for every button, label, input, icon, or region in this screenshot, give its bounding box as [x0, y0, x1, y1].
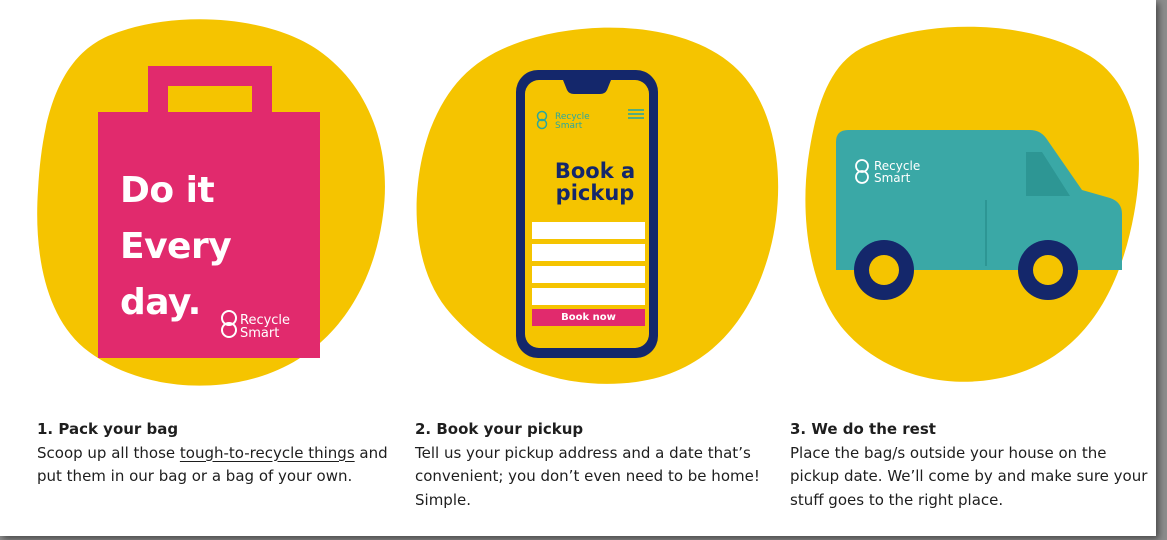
headline-line: pickup: [555, 181, 635, 205]
van-illustration: [805, 26, 1139, 382]
pickup-form-field[interactable]: [532, 244, 645, 261]
book-now-button[interactable]: Book now: [532, 309, 645, 326]
logo-line: Smart: [240, 326, 280, 341]
van-logo-text: Recycle Smart: [874, 160, 920, 184]
bag-slogan-line: Every: [120, 226, 232, 267]
how-it-works-panel: Do it Every day. Recycle Smart Recycle S…: [0, 0, 1156, 536]
headline-line: Book a: [554, 159, 636, 183]
step-title: 1. Pack your bag: [37, 420, 179, 438]
phone-notch: [563, 80, 611, 94]
step-title: 2. Book your pickup: [415, 420, 584, 438]
phone-logo-text: Recycle Smart: [555, 113, 590, 131]
pickup-form-field[interactable]: [532, 288, 645, 305]
step-text-segment: Scoop up all those: [37, 443, 180, 462]
phone-headline: Book a pickup: [530, 160, 660, 204]
step-3-caption: 3. We do the rest Place the bag/s outsid…: [790, 418, 1160, 512]
logo-line: Smart: [555, 121, 583, 131]
step-description: Scoop up all those tough-to-recycle thin…: [37, 442, 407, 489]
bag-slogan-line: Do it: [120, 170, 215, 211]
logo-line: Smart: [874, 171, 911, 185]
step-2-caption: 2. Book your pickup Tell us your pickup …: [415, 418, 785, 512]
step-description: Tell us your pickup address and a date t…: [415, 443, 760, 509]
step-description: Place the bag/s outside your house on th…: [790, 443, 1148, 509]
bag-logo-text: Recycle Smart: [240, 314, 290, 340]
van-wheel: [854, 240, 914, 300]
tough-to-recycle-link[interactable]: tough-to-recycle things: [180, 444, 355, 462]
step-1-caption: 1. Pack your bag Scoop up all those toug…: [37, 418, 407, 489]
pickup-form-field[interactable]: [532, 222, 645, 239]
van-wheel: [1018, 240, 1078, 300]
bag-slogan: Do it Every day.: [120, 163, 280, 331]
step-title: 3. We do the rest: [790, 420, 936, 438]
pickup-form-field[interactable]: [532, 266, 645, 283]
